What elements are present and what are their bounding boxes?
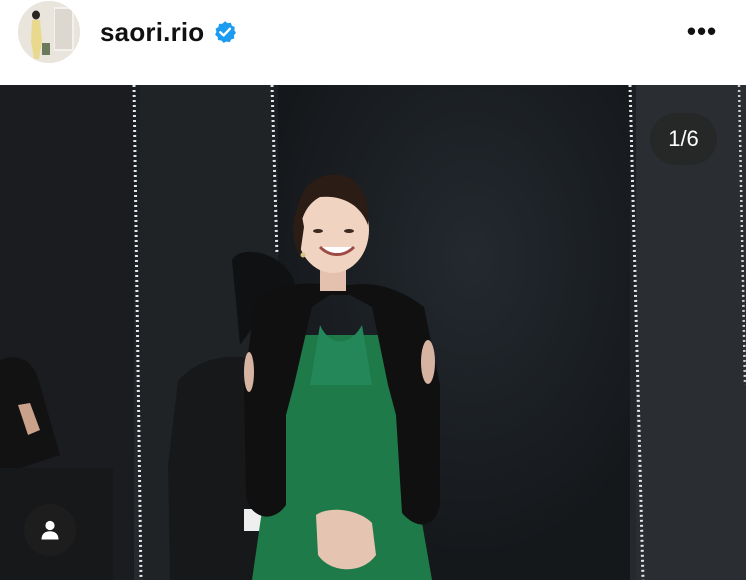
carousel-counter: 1/6 [650, 113, 717, 165]
post-media[interactable]: 1/6 [0, 85, 746, 580]
more-options-button[interactable]: ••• [680, 14, 724, 48]
tagged-users-button[interactable] [24, 504, 76, 556]
avatar[interactable] [18, 1, 80, 63]
post-photo [0, 85, 746, 580]
more-horizontal-icon: ••• [686, 16, 718, 46]
post-header: saori.rio ••• [0, 0, 746, 85]
username[interactable]: saori.rio [100, 17, 204, 48]
username-row: saori.rio [100, 16, 237, 48]
avatar-image [18, 1, 80, 63]
user-tag-icon [41, 520, 59, 540]
verified-badge-icon [215, 21, 237, 43]
